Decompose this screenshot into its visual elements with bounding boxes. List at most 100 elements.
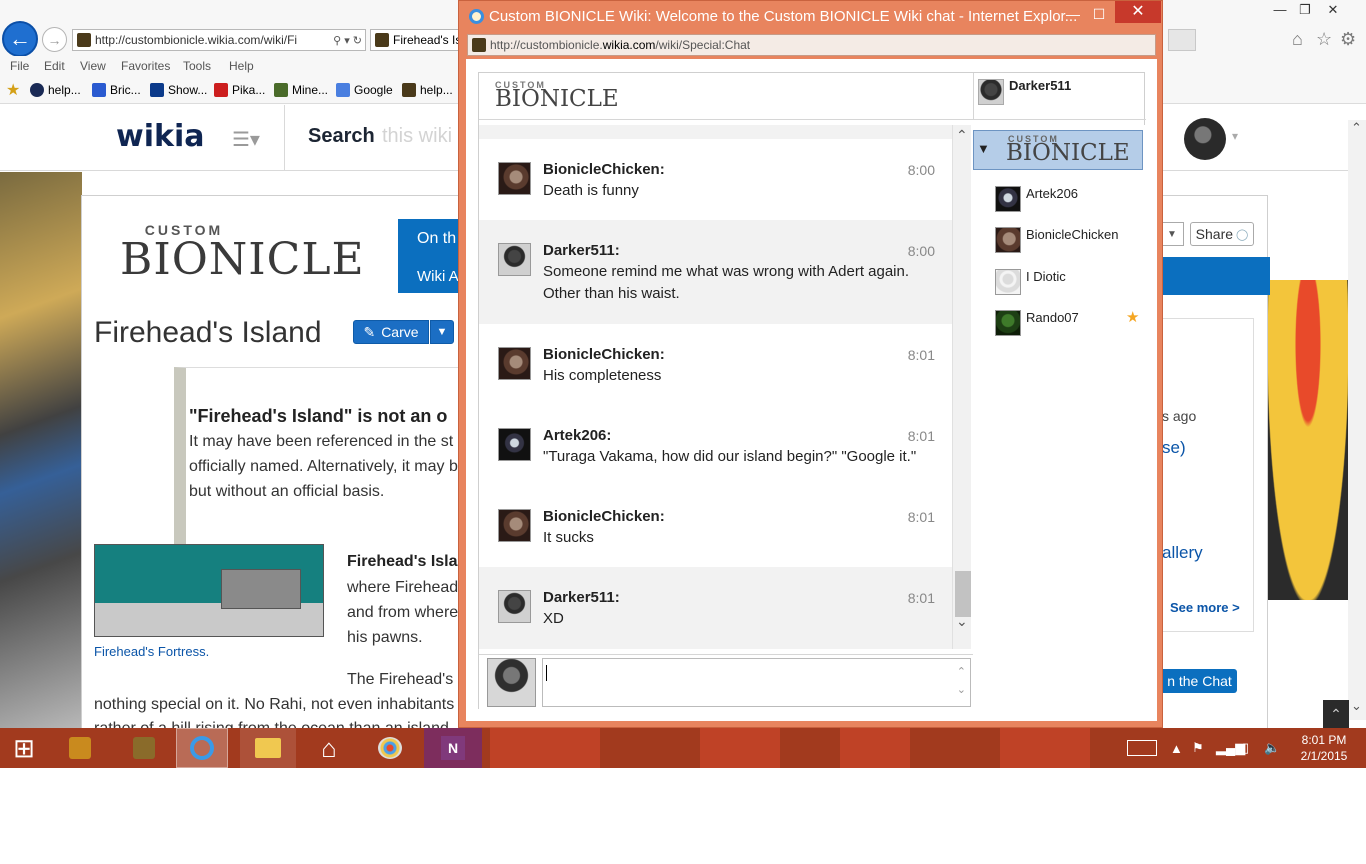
taskbar-file-explorer-icon[interactable] xyxy=(240,728,296,768)
search-refresh-icons[interactable]: ⚲ ▾ ↻ xyxy=(330,34,365,47)
fav-link-1[interactable]: help... xyxy=(30,83,81,97)
home-icon[interactable]: ⌂ xyxy=(1292,29,1303,50)
hamburger-menu-icon[interactable]: ☰▾ xyxy=(232,127,260,152)
menu-help[interactable]: Help xyxy=(229,59,254,73)
scroll-to-top-icon[interactable]: ⌃ xyxy=(1323,700,1349,728)
message-author[interactable]: BionicleChicken: xyxy=(543,508,665,525)
chat-maximize-button[interactable]: ☐ xyxy=(1087,3,1111,25)
message-author[interactable]: Darker511: xyxy=(543,242,620,259)
side-link[interactable]: allery xyxy=(1162,543,1203,563)
chat-close-button[interactable]: ✕ xyxy=(1115,1,1161,23)
back-button[interactable]: ← xyxy=(2,21,38,57)
fav-link-6[interactable]: Google xyxy=(336,83,393,97)
avatar[interactable] xyxy=(978,79,1004,105)
scroll-down-icon[interactable]: ⌄ xyxy=(956,613,968,630)
message-author[interactable]: BionicleChicken: xyxy=(543,161,665,178)
chat-address-bar[interactable]: http://custombionicle. wikia.com/wiki/Spe… xyxy=(467,34,1156,56)
wiki-nav-tab[interactable]: On th Wiki A xyxy=(398,219,462,293)
volume-muted-icon[interactable]: 🔈 xyxy=(1264,728,1280,768)
clock-time: 8:01 PM xyxy=(1301,733,1347,747)
page-scrollbar[interactable]: ⌃ ⌄ xyxy=(1348,120,1366,720)
menu-file[interactable]: File xyxy=(10,59,29,73)
message-scrollbar[interactable]: ⌃ ⌄ xyxy=(953,125,971,649)
keyboard-icon[interactable] xyxy=(1127,728,1157,768)
menu-view[interactable]: View xyxy=(80,59,106,73)
share-button[interactable]: Share ◯ xyxy=(1190,222,1254,246)
restore-button[interactable]: ❐ xyxy=(1290,0,1320,20)
message-author[interactable]: Artek206: xyxy=(543,427,611,444)
show-hidden-icons-icon[interactable]: ▲ xyxy=(1170,728,1183,768)
close-button[interactable]: ✕ xyxy=(1318,0,1348,20)
fav-link-2[interactable]: Bric... xyxy=(92,83,141,97)
menu-favorites[interactable]: Favorites xyxy=(121,59,170,73)
menu-edit[interactable]: Edit xyxy=(44,59,65,73)
taskbar-app-1-icon[interactable] xyxy=(62,728,98,768)
see-more-link[interactable]: See more > xyxy=(1170,600,1240,615)
avatar xyxy=(995,227,1021,253)
action-center-flag-icon[interactable]: ⚑ xyxy=(1192,728,1204,768)
avatar[interactable] xyxy=(498,162,531,195)
wiki-dropdown-button[interactable]: ▼ xyxy=(1160,222,1184,246)
user-list-item[interactable]: Rando07 ★ xyxy=(995,309,1145,338)
scroll-up-icon[interactable]: ⌃ xyxy=(956,127,968,144)
join-chat-button[interactable]: n the Chat xyxy=(1162,669,1237,693)
browser-tab[interactable]: Firehead's Is xyxy=(370,29,460,51)
address-bar[interactable]: http://custombionicle.wikia.com/wiki/Fi … xyxy=(72,29,366,51)
scroll-up-icon[interactable]: ⌃ xyxy=(1351,120,1362,136)
message-text: "Turaga Vakama, how did our island begin… xyxy=(543,448,917,465)
image-caption[interactable]: Firehead's Fortress. xyxy=(94,644,209,659)
avatar[interactable] xyxy=(498,243,531,276)
fav-link-4[interactable]: Pika... xyxy=(214,83,265,97)
taskbar-ie-icon[interactable] xyxy=(176,728,228,768)
taskbar-app-2-icon[interactable] xyxy=(124,728,164,768)
chat-url-host: wikia.com xyxy=(602,38,656,52)
message-author[interactable]: Darker511: xyxy=(543,589,620,606)
message-list[interactable]: BionicleChicken: 8:00 Death is funny Dar… xyxy=(479,125,953,649)
settings-gear-icon[interactable]: ⚙ xyxy=(1340,29,1356,50)
user-list-item[interactable]: Artek206 xyxy=(995,186,1145,214)
wikia-logo[interactable]: wikia xyxy=(116,119,204,154)
chat-titlebar[interactable]: Custom BIONICLE Wiki: Welcome to the Cus… xyxy=(459,1,1162,31)
side-link[interactable]: se) xyxy=(1162,438,1186,458)
menu-tools[interactable]: Tools xyxy=(183,59,211,73)
avatar[interactable] xyxy=(498,590,531,623)
fortress-image[interactable] xyxy=(94,544,324,637)
search-label[interactable]: Search xyxy=(308,125,375,148)
network-signal-icon[interactable]: ▂▄▆ xyxy=(1216,728,1245,768)
chat-minimize-button[interactable]: — xyxy=(1061,3,1085,25)
user-list-item[interactable]: BionicleChicken xyxy=(995,227,1145,255)
forward-button[interactable]: → xyxy=(42,27,67,52)
taskbar-home-icon[interactable]: ⌂ xyxy=(302,728,356,768)
avatar[interactable] xyxy=(498,347,531,380)
user-list-header[interactable]: ▼ CUSTOM BIONICLE xyxy=(973,130,1143,170)
fav-link-5[interactable]: Mine... xyxy=(274,83,328,97)
fav-link-7[interactable]: help... xyxy=(402,83,453,97)
system-clock[interactable]: 8:01 PM 2/1/2015 xyxy=(1294,732,1354,764)
notice-line: It may have been referenced in the st xyxy=(189,433,454,450)
input-scroll-arrows-icon[interactable]: ⌃ ⌄ xyxy=(957,663,966,699)
carve-button[interactable]: ✎ Carve xyxy=(353,320,429,344)
avatar[interactable] xyxy=(1184,118,1226,160)
new-tab-button[interactable] xyxy=(1168,29,1196,51)
favorites-star-icon[interactable]: ☆ xyxy=(1316,29,1332,50)
taskbar-paint-icon[interactable] xyxy=(364,728,416,768)
taskbar-onenote-icon[interactable]: N xyxy=(424,728,482,768)
avatar[interactable] xyxy=(498,509,531,542)
carve-dropdown-button[interactable]: ▼ xyxy=(430,320,454,344)
scrollbar-thumb[interactable] xyxy=(955,571,971,617)
scroll-down-icon[interactable]: ⌄ xyxy=(1351,698,1362,714)
chevron-down-icon[interactable]: ▾ xyxy=(1232,129,1238,143)
battery-icon[interactable]: ▯ xyxy=(1242,728,1249,768)
fav-link-3[interactable]: Show... xyxy=(150,83,207,97)
message-input[interactable]: ⌃ ⌄ xyxy=(542,658,971,707)
search-placeholder[interactable]: this wiki xyxy=(382,125,452,148)
image-fortress xyxy=(221,569,301,609)
user-list-item[interactable]: I Diotic xyxy=(995,269,1145,297)
avatar[interactable] xyxy=(498,428,531,461)
current-user-name[interactable]: Darker511 xyxy=(1009,78,1071,93)
wiki-logo[interactable]: CUSTOM BIONICLE xyxy=(120,222,364,292)
add-favorite-star-icon[interactable]: ★ xyxy=(6,80,20,100)
message-author[interactable]: BionicleChicken: xyxy=(543,346,665,363)
start-windows-icon[interactable]: ⊞ xyxy=(8,728,40,768)
collapse-caret-icon[interactable]: ▼ xyxy=(977,141,990,156)
